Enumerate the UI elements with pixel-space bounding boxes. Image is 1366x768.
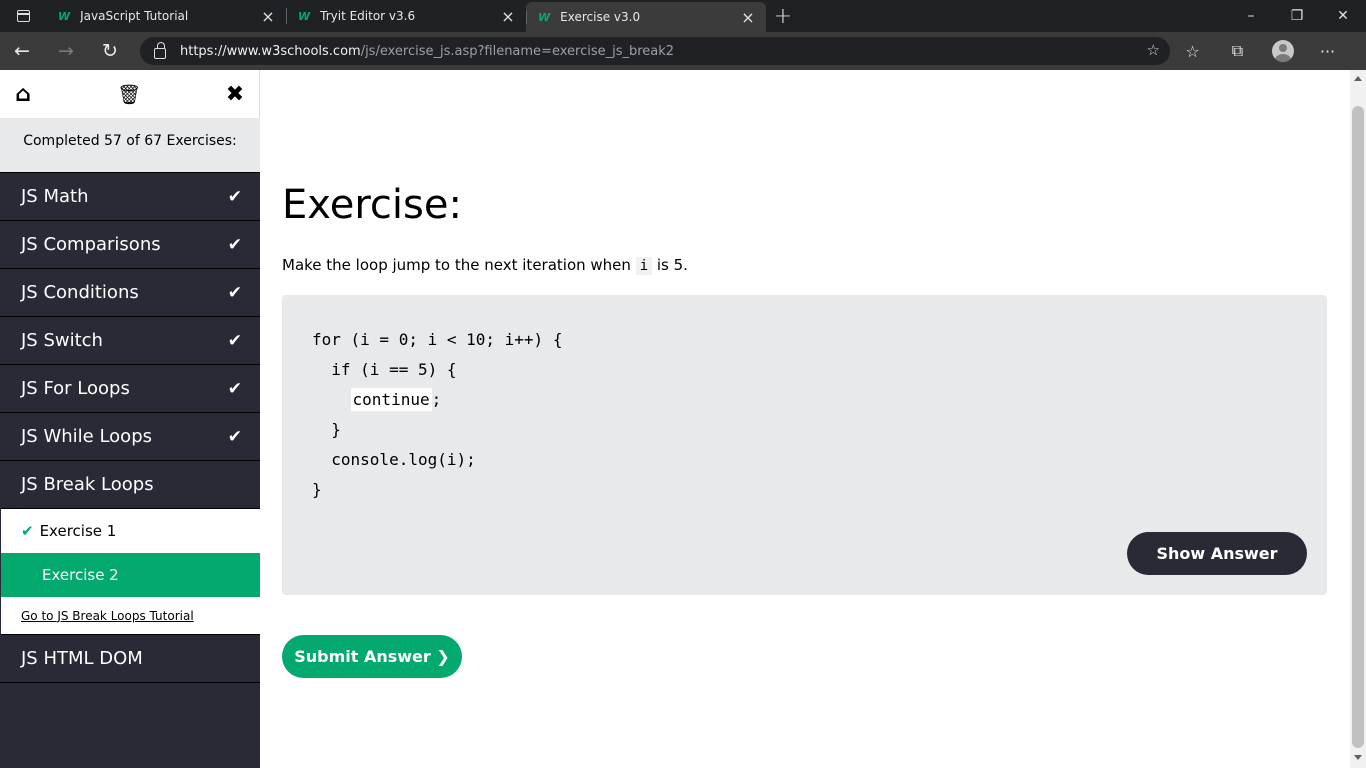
- sidebar-item-label: JS Switch: [21, 330, 103, 351]
- tab-title: JavaScript Tutorial: [80, 9, 189, 23]
- add-favorite-icon[interactable]: ☆: [1147, 41, 1160, 59]
- scroll-thumb[interactable]: [1352, 106, 1364, 748]
- sidebar-toolbar: ⌂ 🗑 ✖: [0, 70, 260, 118]
- w3schools-favicon-icon: W: [538, 10, 551, 24]
- checkmark-icon: ✔: [227, 234, 242, 255]
- favorites-icon[interactable]: ☆: [1170, 32, 1215, 70]
- exercise-description: Make the loop jump to the next iteration…: [282, 256, 688, 275]
- collections-icon[interactable]: ⧉: [1215, 32, 1260, 70]
- sidebar-item-label: JS Comparisons: [21, 234, 161, 255]
- restore-icon[interactable]: ❐: [1274, 0, 1320, 32]
- url-host: https://www.w3schools.com: [180, 43, 361, 59]
- code-line: console.log(i);: [312, 450, 476, 469]
- sidebar-subitem-label: Exercise 1: [39, 522, 117, 540]
- avatar: [1271, 40, 1294, 62]
- browser-tabbar: W JavaScript Tutorial × W Tryit Editor v…: [0, 0, 1366, 32]
- scroll-down-icon[interactable]: [1354, 755, 1362, 760]
- w3schools-favicon-icon: W: [298, 9, 311, 23]
- browser-tab-exercise[interactable]: W Exercise v3.0 ×: [526, 2, 766, 32]
- code-line: ;: [431, 390, 442, 409]
- sidebar-item-js-math[interactable]: JS Math ✔: [0, 173, 260, 221]
- code-line: }: [312, 480, 322, 499]
- sidebar-item-js-html-dom[interactable]: JS HTML DOM: [0, 635, 260, 683]
- home-icon[interactable]: ⌂: [11, 82, 35, 107]
- sidebar-list: JS Math ✔ JS Comparisons ✔ JS Conditions…: [0, 172, 260, 683]
- tab-actions-icon: [16, 10, 30, 22]
- new-tab-button[interactable]: +: [766, 0, 800, 32]
- checkmark-icon: ✔: [227, 378, 242, 399]
- sidebar-subitem-exercise-1[interactable]: ✔ Exercise 1: [1, 509, 260, 553]
- more-menu-icon[interactable]: ···: [1305, 32, 1350, 70]
- checkmark-icon: ✔: [21, 522, 34, 540]
- desc-text: Make the loop jump to the next iteration…: [282, 256, 636, 274]
- sidebar-subitem-label: Exercise 2: [42, 566, 119, 584]
- desc-text: is 5.: [652, 256, 688, 274]
- w3schools-favicon-icon: W: [58, 9, 71, 23]
- browser-tab-tryit-editor[interactable]: W Tryit Editor v3.6 ×: [286, 0, 526, 32]
- sidebar-item-js-conditions[interactable]: JS Conditions ✔: [0, 269, 260, 317]
- progress-text: Completed 57 of 67 Exercises:: [0, 118, 260, 172]
- exercise-sidebar: ⌂ 🗑 ✖ Completed 57 of 67 Exercises: JS M…: [0, 70, 260, 768]
- code-line: }: [312, 420, 341, 439]
- sidebar-item-js-switch[interactable]: JS Switch ✔: [0, 317, 260, 365]
- page-title: Exercise:: [282, 182, 462, 228]
- window-close-icon[interactable]: ✕: [1320, 0, 1366, 32]
- back-button[interactable]: ←: [0, 32, 44, 70]
- scrollbar[interactable]: [1350, 70, 1366, 768]
- browser-tab-javascript-tutorial[interactable]: W JavaScript Tutorial ×: [46, 0, 286, 32]
- forward-button[interactable]: →: [44, 32, 88, 70]
- checkmark-icon: ✔: [227, 282, 242, 303]
- sidebar-item-label: JS HTML DOM: [21, 648, 143, 669]
- checkmark-icon: ✔: [227, 426, 242, 447]
- trash-icon[interactable]: 🗑: [117, 83, 141, 106]
- tab-title: Tryit Editor v3.6: [320, 9, 416, 23]
- sidebar-subitems: ✔ Exercise 1 Exercise 2 Go to JS Break L…: [0, 509, 260, 635]
- address-bar[interactable]: https://www.w3schools.com/js/exercise_js…: [140, 37, 1170, 65]
- answer-input[interactable]: continue: [350, 388, 432, 411]
- checkmark-icon: ✔: [227, 186, 242, 207]
- code-block: for (i = 0; i < 10; i++) { if (i == 5) {…: [312, 325, 562, 505]
- tab-title: Exercise v3.0: [560, 10, 641, 24]
- sidebar-item-js-comparisons[interactable]: JS Comparisons ✔: [0, 221, 260, 269]
- sidebar-item-js-while-loops[interactable]: JS While Loops ✔: [0, 413, 260, 461]
- minimize-icon[interactable]: –: [1228, 0, 1274, 32]
- submit-answer-button[interactable]: Submit Answer ❯: [282, 635, 462, 678]
- code-line: if (i == 5) {: [312, 360, 457, 379]
- tutorial-link[interactable]: Go to JS Break Loops Tutorial: [1, 597, 260, 635]
- exercise-main: Exercise: Make the loop jump to the next…: [260, 70, 1350, 768]
- tab-close-icon[interactable]: ×: [260, 7, 276, 26]
- code-box: for (i = 0; i < 10; i++) { if (i == 5) {…: [282, 295, 1327, 595]
- sidebar-subitem-exercise-2[interactable]: Exercise 2: [1, 553, 260, 597]
- tab-close-icon[interactable]: ×: [740, 8, 756, 27]
- sidebar-item-label: JS Conditions: [21, 282, 139, 303]
- close-icon[interactable]: ✖: [223, 82, 247, 107]
- profile-button[interactable]: [1260, 32, 1305, 70]
- url-path: /js/exercise_js.asp?filename=exercise_js…: [360, 43, 675, 59]
- browser-toolbar: ← → ↻ https://www.w3schools.com/js/exerc…: [0, 32, 1366, 70]
- sidebar-item-label: JS Break Loops: [21, 474, 154, 495]
- code-line: for (i = 0; i < 10; i++) {: [312, 330, 563, 349]
- sidebar-item-label: JS For Loops: [21, 378, 130, 399]
- tab-actions-button[interactable]: [0, 0, 46, 32]
- sidebar-item-label: JS Math: [21, 186, 89, 207]
- window-controls: – ❐ ✕: [1228, 0, 1366, 32]
- inline-code: i: [635, 257, 653, 275]
- show-answer-button[interactable]: Show Answer: [1127, 532, 1307, 575]
- sidebar-item-label: JS While Loops: [21, 426, 153, 447]
- sidebar-item-js-break-loops[interactable]: JS Break Loops: [0, 461, 260, 509]
- checkmark-icon: ✔: [227, 330, 242, 351]
- reload-button[interactable]: ↻: [88, 32, 132, 70]
- scroll-up-icon[interactable]: [1354, 76, 1362, 81]
- lock-icon: [154, 41, 166, 59]
- sidebar-item-js-for-loops[interactable]: JS For Loops ✔: [0, 365, 260, 413]
- tab-close-icon[interactable]: ×: [500, 7, 516, 26]
